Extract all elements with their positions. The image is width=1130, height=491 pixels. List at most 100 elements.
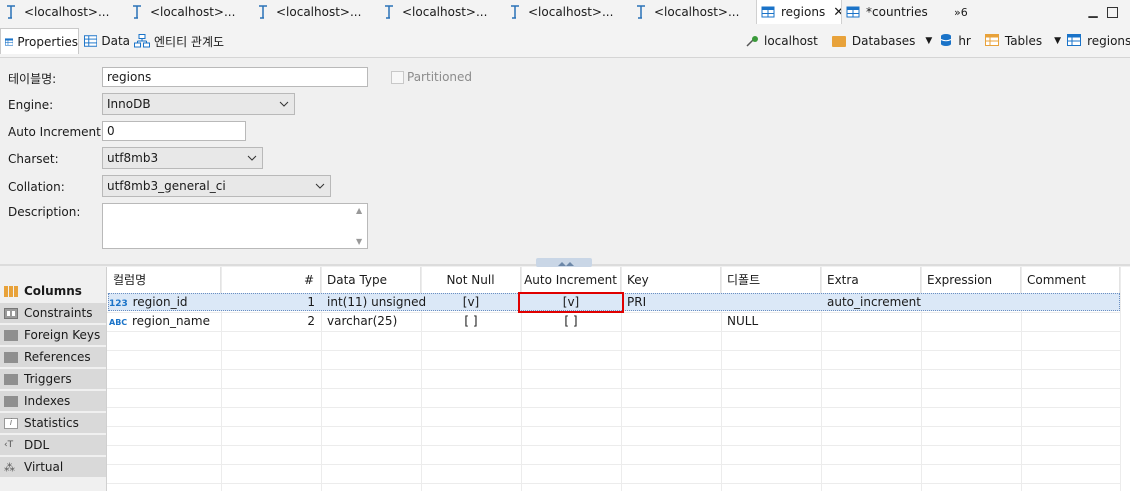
tab-er-diagram[interactable]: 엔티티 관계도 (134, 28, 234, 54)
chevron-down-icon[interactable]: ▼ (356, 237, 362, 246)
breadcrumb-databases[interactable]: Databases (852, 34, 916, 48)
nav-indexes[interactable]: Indexes (0, 391, 106, 412)
columns-grid: 컬럼명 # Data Type Not Null Auto Increment … (106, 267, 1130, 491)
nav-virtual[interactable]: ⁂ Virtual (0, 457, 106, 478)
table-cell-auto-increment[interactable]: [ ] (521, 312, 621, 331)
column-header-num[interactable]: # (221, 267, 321, 293)
breadcrumb-table[interactable]: regions (1087, 34, 1130, 48)
table-cell-key[interactable] (621, 312, 721, 331)
table-cell-comment[interactable] (1021, 312, 1120, 331)
chevron-down-icon (247, 155, 257, 161)
column-header-auto-increment[interactable]: Auto Increment (521, 267, 621, 293)
collation-select[interactable]: utf8mb3_general_ci (102, 175, 331, 197)
column-name-text: region_id (132, 295, 188, 309)
table-cell-default[interactable]: NULL (721, 312, 821, 331)
folder-icon (4, 351, 18, 363)
table-cell-comment[interactable] (1021, 293, 1120, 312)
auto-increment-input[interactable]: 0 (102, 121, 246, 141)
table-cell-expression[interactable] (921, 312, 1021, 331)
close-icon[interactable]: ✕ (833, 5, 841, 20)
editor-tab-4[interactable]: <localhost>... (382, 0, 500, 24)
table-cell-not-null[interactable]: [ ] (421, 312, 521, 331)
editor-tab-label: regions (781, 5, 826, 19)
sql-script-icon (511, 5, 519, 19)
breadcrumb-tables[interactable]: Tables (1005, 34, 1042, 48)
editor-tab-1[interactable]: <localhost>... (4, 0, 122, 24)
nav-statistics[interactable]: i Statistics (0, 413, 106, 434)
table-cell-not-null[interactable]: [v] (421, 293, 521, 312)
charset-value: utf8mb3 (107, 151, 159, 165)
editor-tab-label: *countries (866, 5, 928, 19)
more-tabs-button[interactable]: »6 (954, 0, 974, 24)
editor-tab-label: <localhost>... (276, 5, 362, 19)
table-icon (1067, 33, 1082, 49)
table-cell-num[interactable]: 1 (221, 293, 321, 312)
nav-label: Constraints (24, 306, 93, 320)
editor-tab-5[interactable]: <localhost>... (508, 0, 626, 24)
nav-label: Columns (24, 284, 82, 298)
maximize-icon[interactable] (1107, 7, 1118, 18)
table-cell-extra[interactable]: auto_increment (821, 293, 921, 312)
column-header-not-null[interactable]: Not Null (421, 267, 521, 293)
table-name-input[interactable]: regions (102, 67, 368, 87)
nav-triggers[interactable]: Triggers (0, 369, 106, 390)
breadcrumb: localhost Databases ▼ hr Tables ▼ region… (746, 33, 1130, 49)
nav-label: DDL (24, 438, 50, 452)
splitter-handle[interactable] (536, 258, 592, 267)
chevron-down-icon[interactable]: ▼ (1054, 36, 1061, 46)
editor-tab-countries[interactable]: *countries (846, 0, 946, 24)
editor-tab-6[interactable]: <localhost>... (634, 0, 752, 24)
table-cell-num[interactable]: 2 (221, 312, 321, 331)
engine-select[interactable]: InnoDB (102, 93, 295, 115)
properties-icon (5, 37, 14, 46)
info-icon: i (4, 417, 18, 429)
breadcrumb-schema[interactable]: hr (958, 34, 971, 48)
nav-columns[interactable]: Columns (0, 281, 106, 302)
minimize-icon[interactable]: ▁ (1086, 4, 1100, 18)
table-cell-key[interactable]: PRI (621, 293, 721, 312)
chevron-down-icon[interactable]: ▼ (925, 36, 932, 46)
numeric-type-icon: 123 (109, 299, 128, 309)
table-cell-type[interactable]: int(11) unsigned (321, 293, 426, 312)
sql-script-icon (259, 5, 267, 19)
tab-data[interactable]: Data (84, 28, 130, 54)
connection-icon (746, 35, 760, 47)
column-header-key[interactable]: Key (621, 267, 721, 293)
column-header-extra[interactable]: Extra (821, 267, 921, 293)
engine-label: Engine: (8, 98, 54, 112)
nav-label: Foreign Keys (24, 328, 101, 342)
tab-properties[interactable]: Properties (0, 28, 79, 54)
table-cell-expression[interactable] (921, 293, 1021, 312)
editor-tab-regions[interactable]: regions ✕ (756, 0, 842, 24)
editor-tab-2[interactable]: <localhost>... (130, 0, 248, 24)
table-cell-name[interactable]: 123 region_id (107, 293, 221, 312)
table-cell-default[interactable] (721, 293, 821, 312)
nav-references[interactable]: References (0, 347, 106, 368)
nav-constraints[interactable]: Constraints (0, 303, 106, 324)
column-header-default[interactable]: 디폴트 (721, 267, 821, 293)
partitioned-checkbox[interactable] (391, 71, 404, 84)
chevron-down-icon (315, 183, 325, 189)
table-cell-name[interactable]: ABC region_name (107, 312, 221, 331)
breadcrumb-connection[interactable]: localhost (764, 34, 818, 48)
table-cell-type[interactable]: varchar(25) (321, 312, 421, 331)
charset-select[interactable]: utf8mb3 (102, 147, 263, 169)
tables-folder-icon (984, 33, 999, 49)
folder-icon (4, 329, 18, 341)
description-textarea[interactable]: ▲ ▼ (102, 203, 368, 249)
column-header-comment[interactable]: Comment (1021, 267, 1120, 293)
column-header-name[interactable]: 컬럼명 (107, 267, 221, 293)
folder-icon (4, 373, 18, 385)
ddl-icon: ‹T (4, 439, 14, 450)
description-label: Description: (8, 205, 81, 219)
column-header-expression[interactable]: Expression (921, 267, 1021, 293)
table-icon (846, 6, 860, 18)
nav-ddl[interactable]: ‹T DDL (0, 435, 106, 456)
table-cell-extra[interactable] (821, 312, 921, 331)
scrollbar[interactable]: ▲ ▼ (353, 204, 367, 248)
nav-foreign-keys[interactable]: Foreign Keys (0, 325, 106, 346)
column-header-type[interactable]: Data Type (321, 267, 421, 293)
chevron-up-icon[interactable]: ▲ (356, 206, 362, 215)
editor-tab-3[interactable]: <localhost>... (256, 0, 374, 24)
sql-script-icon (385, 5, 393, 19)
